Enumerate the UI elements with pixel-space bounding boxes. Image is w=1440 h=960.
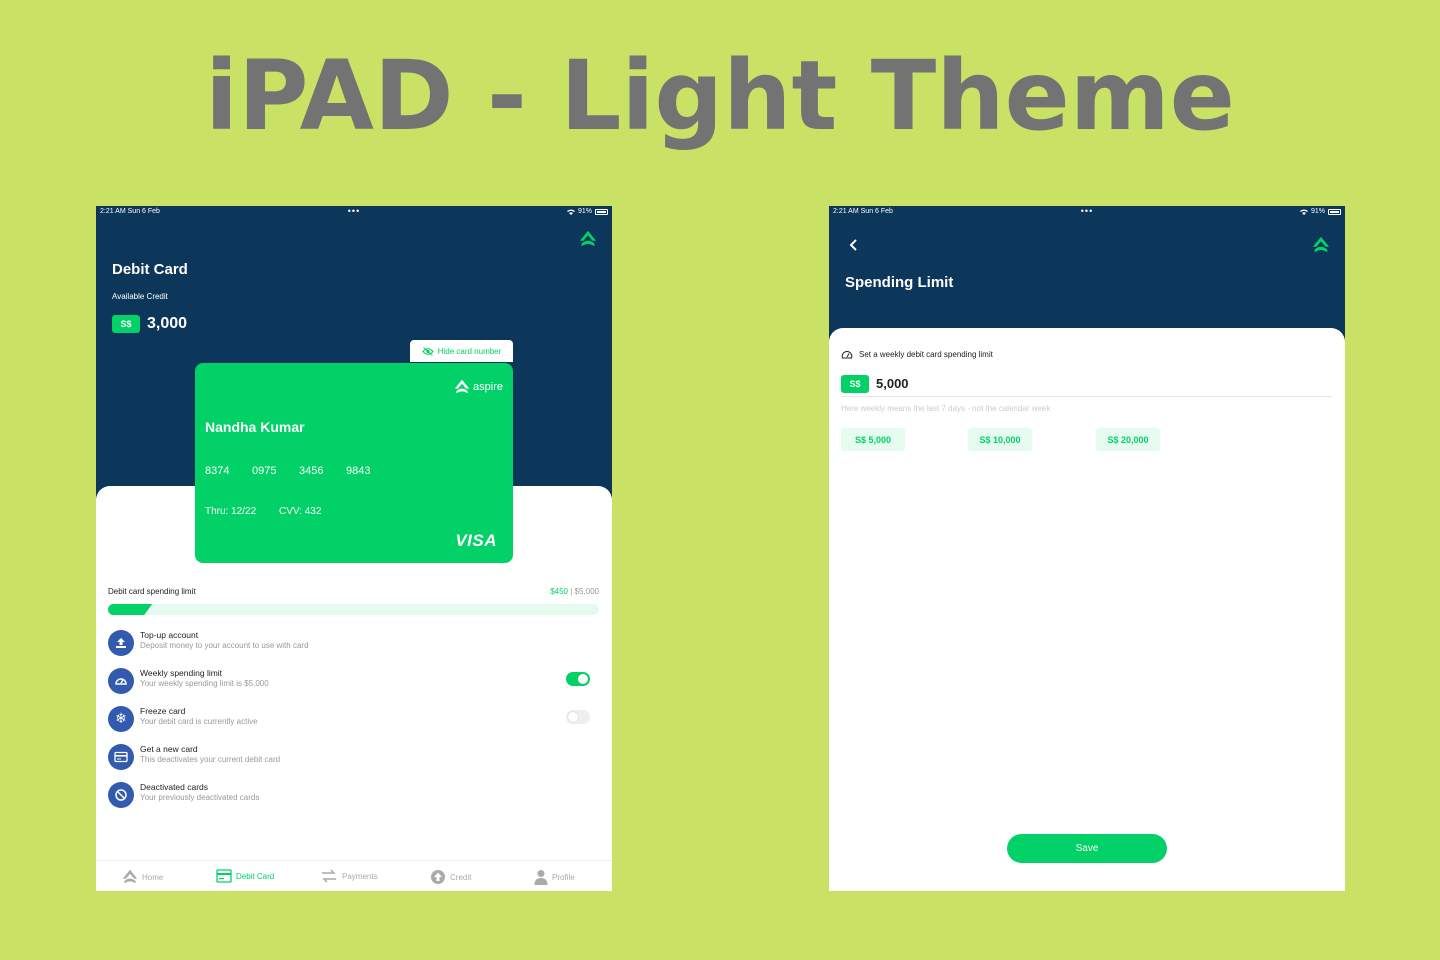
- preset-amount-chip[interactable]: S$ 5,000: [841, 428, 905, 451]
- save-button[interactable]: Save: [1007, 834, 1167, 863]
- input-underline: [841, 396, 1332, 397]
- preset-amount-chip[interactable]: S$ 20,000: [1096, 428, 1160, 451]
- card-icon: [216, 869, 232, 883]
- card-number-group: 3456: [299, 465, 324, 477]
- currency-badge: S$: [841, 375, 869, 393]
- spending-limit-label: Debit card spending limit: [108, 587, 196, 596]
- eye-slash-icon: [422, 346, 434, 356]
- tab-label: Debit Card: [236, 871, 275, 881]
- status-time: 2:21 AM Sun 6 Feb: [833, 208, 893, 215]
- card-options-list: Top-up account Deposit money to your acc…: [108, 628, 600, 818]
- option-get-new-card[interactable]: Get a new card This deactivates your cur…: [108, 742, 600, 780]
- card-expiry: Thru: 12/22: [205, 506, 257, 517]
- spending-limit-bar: [108, 604, 599, 615]
- spent-amount: $450: [550, 587, 568, 596]
- upload-icon: [108, 630, 134, 656]
- tab-debit-card[interactable]: Debit Card: [216, 869, 274, 883]
- debit-card[interactable]: aspire Nandha Kumar 8374 0975 3456 9843 …: [195, 363, 513, 563]
- status-bar: 2:21 AM Sun 6 Feb ••• 91%: [829, 206, 1345, 220]
- card-brand: aspire: [454, 379, 503, 395]
- battery-icon: [595, 208, 608, 215]
- transfer-icon: [322, 869, 336, 883]
- aspire-logo-icon[interactable]: [1312, 236, 1330, 254]
- back-button[interactable]: [849, 238, 859, 254]
- tab-credit[interactable]: Credit: [430, 869, 471, 885]
- balance-amount: 3,000: [147, 315, 188, 332]
- spending-limit-fill: [108, 604, 152, 615]
- person-icon: [534, 870, 548, 885]
- tab-label: Credit: [450, 872, 472, 882]
- card-number-group: 8374: [205, 465, 230, 477]
- status-bar: 2:21 AM Sun 6 Feb ••• 91%: [96, 206, 612, 220]
- card-holder-name: Nandha Kumar: [205, 419, 305, 435]
- limit-amount-input[interactable]: 5,000: [876, 376, 909, 391]
- home-logo-icon: [122, 869, 138, 884]
- screen-title: Spending Limit: [845, 274, 954, 291]
- card-icon: [108, 744, 134, 770]
- visa-logo: VISA: [455, 531, 497, 550]
- tab-profile[interactable]: Profile: [534, 869, 575, 885]
- wifi-icon: [1299, 209, 1308, 215]
- screen-title: Debit Card: [112, 261, 188, 278]
- tab-label: Payments: [342, 871, 378, 881]
- option-deactivated-cards[interactable]: Deactivated cards Your previously deacti…: [108, 780, 600, 818]
- bottom-tab-bar: Home Debit Card Payments Credit Profile: [96, 860, 612, 891]
- currency-badge: S$: [112, 315, 140, 333]
- preset-amount-chip[interactable]: S$ 10,000: [968, 428, 1032, 451]
- status-right: 91%: [1299, 208, 1341, 215]
- spending-limit-value: $450 | $5,000: [550, 587, 599, 596]
- tab-payments[interactable]: Payments: [320, 869, 378, 883]
- block-icon: [108, 782, 134, 808]
- credit-up-icon: [431, 870, 445, 884]
- speedometer-icon: [841, 351, 853, 359]
- multitask-dots[interactable]: •••: [348, 206, 360, 216]
- tab-label: Profile: [552, 872, 575, 882]
- limit-total: $5,000: [574, 587, 599, 596]
- card-number-group: 0975: [252, 465, 277, 477]
- card-number-group: 9843: [346, 465, 371, 477]
- option-title: Get a new card: [140, 744, 198, 754]
- aspire-logo-icon[interactable]: [579, 230, 597, 248]
- weekly-limit-toggle[interactable]: [566, 672, 590, 686]
- option-title: Deactivated cards: [140, 782, 209, 792]
- tab-label: Home: [142, 872, 164, 882]
- set-limit-label-row: Set a weekly debit card spending limit: [841, 349, 993, 360]
- hide-card-number-label: Hide card number: [437, 346, 502, 356]
- option-top-up-account[interactable]: Top-up account Deposit money to your acc…: [108, 628, 600, 666]
- card-number: 8374 0975 3456 9843: [205, 465, 393, 477]
- chevron-left-icon: [849, 239, 857, 251]
- status-time: 2:21 AM Sun 6 Feb: [100, 208, 160, 215]
- option-subtitle: Your previously deactivated cards: [140, 793, 260, 802]
- battery-percent: 91%: [1310, 208, 1325, 215]
- snowflake-icon: ❄: [108, 706, 134, 732]
- option-title: Weekly spending limit: [140, 668, 223, 678]
- card-cvv: CVV: 432: [279, 506, 322, 517]
- wifi-icon: [566, 209, 575, 215]
- ipad-debit-card-screen: 2:21 AM Sun 6 Feb ••• 91% Debit Card Ava…: [96, 206, 612, 891]
- option-weekly-spending-limit[interactable]: Weekly spending limit Your weekly spendi…: [108, 666, 600, 704]
- speedometer-icon: [108, 668, 134, 694]
- page-title: iPAD - Light Theme: [205, 40, 1235, 152]
- option-title: Freeze card: [140, 706, 186, 716]
- aspire-logo-icon: [454, 379, 470, 394]
- option-subtitle: Deposit money to your account to use wit…: [140, 641, 309, 650]
- set-limit-label: Set a weekly debit card spending limit: [859, 350, 993, 359]
- ipad-spending-limit-screen: 2:21 AM Sun 6 Feb ••• 91% Spending Limit…: [829, 206, 1345, 891]
- limit-note: Here weekly means the last 7 days - not …: [841, 404, 1051, 413]
- hide-card-number-button[interactable]: Hide card number: [410, 340, 513, 362]
- battery-icon: [1328, 208, 1341, 215]
- status-right: 91%: [566, 208, 608, 215]
- option-freeze-card[interactable]: ❄ Freeze card Your debit card is current…: [108, 704, 600, 742]
- battery-percent: 91%: [577, 208, 592, 215]
- freeze-card-toggle[interactable]: [566, 710, 590, 724]
- tab-home[interactable]: Home: [122, 869, 163, 885]
- option-subtitle: This deactivates your current debit card: [140, 755, 281, 764]
- option-title: Top-up account: [140, 630, 199, 640]
- option-subtitle: Your debit card is currently active: [140, 717, 258, 726]
- multitask-dots[interactable]: •••: [1081, 206, 1093, 216]
- card-brand-label: aspire: [473, 381, 503, 393]
- option-subtitle: Your weekly spending limit is $5,000: [140, 679, 269, 688]
- available-credit-label: Available Credit: [112, 292, 168, 301]
